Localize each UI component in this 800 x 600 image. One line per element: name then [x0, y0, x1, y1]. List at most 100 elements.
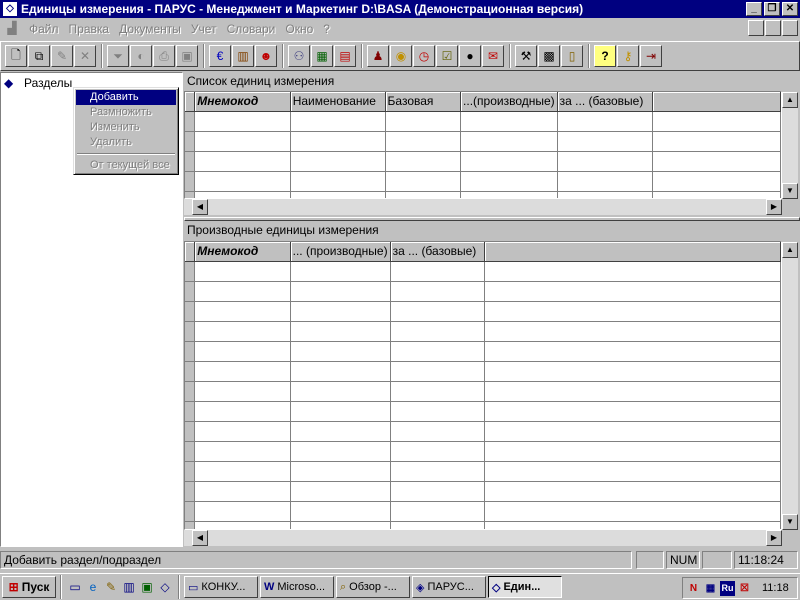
checklist-icon[interactable]: ☑: [436, 45, 458, 67]
scroll-left-button[interactable]: ◀: [192, 199, 208, 215]
column-header-per-base[interactable]: за ... (базовые): [557, 92, 653, 112]
exit-icon[interactable]: ⇥: [640, 45, 662, 67]
row-indicator[interactable]: [185, 131, 196, 152]
menu-accounting[interactable]: Учет: [186, 22, 222, 36]
table-cell[interactable]: [390, 341, 486, 362]
menu-documents[interactable]: Документы: [114, 22, 186, 36]
table-row[interactable]: [185, 281, 781, 302]
table-cell[interactable]: [194, 401, 291, 422]
table-cell[interactable]: [652, 151, 781, 172]
table-cell[interactable]: [385, 171, 462, 192]
table-cell[interactable]: [484, 481, 781, 502]
ctx-delete[interactable]: Удалить: [76, 135, 176, 150]
table-cell[interactable]: [652, 131, 781, 152]
calc-sheet-icon[interactable]: ▦: [311, 45, 333, 67]
edit-doc-icon[interactable]: ✎: [51, 45, 73, 67]
table-cell[interactable]: [390, 301, 486, 322]
table-cell[interactable]: [290, 461, 391, 482]
table-cell[interactable]: [194, 461, 291, 482]
filter-clear-icon[interactable]: ◐: [130, 45, 152, 67]
document-system-icon[interactable]: ▟: [4, 21, 20, 37]
column-header-derived[interactable]: ...(производные): [460, 92, 558, 112]
table-cell[interactable]: [652, 111, 781, 132]
task-button-konku[interactable]: ▭ КОНКУ...: [184, 576, 258, 598]
table-row[interactable]: [185, 381, 781, 402]
table-cell[interactable]: [194, 151, 291, 172]
row-indicator[interactable]: [185, 261, 196, 282]
table-row[interactable]: [185, 521, 781, 529]
help-icon[interactable]: ?: [594, 45, 616, 67]
parus-quick-icon[interactable]: ◇: [156, 578, 174, 596]
row-indicator[interactable]: [185, 321, 196, 342]
column-header-derived[interactable]: ... (производные): [290, 242, 391, 262]
table-cell[interactable]: [290, 441, 391, 462]
table-cell[interactable]: [484, 441, 781, 462]
ctx-duplicate[interactable]: Размножить: [76, 105, 176, 120]
table-cell[interactable]: [290, 421, 391, 442]
table-cell[interactable]: [290, 501, 391, 522]
column-header-base[interactable]: Базовая: [385, 92, 462, 112]
row-indicator[interactable]: [185, 341, 196, 362]
table-row[interactable]: [185, 111, 781, 132]
table-cell[interactable]: [290, 281, 391, 302]
ctx-all-from-current[interactable]: От текущей все: [76, 158, 176, 173]
scroll-up-button[interactable]: ▲: [782, 92, 798, 108]
scroll-right-button[interactable]: ▶: [766, 530, 782, 546]
scroll-down-button[interactable]: ▼: [782, 514, 798, 530]
table-cell[interactable]: [385, 151, 462, 172]
row-indicator[interactable]: [185, 281, 196, 302]
table-row[interactable]: [185, 401, 781, 422]
table-cell[interactable]: [385, 131, 462, 152]
table-cell[interactable]: [290, 341, 391, 362]
column-header-mnemocode[interactable]: Мнемокод: [194, 92, 291, 112]
column-header-mnemocode[interactable]: Мнемокод: [194, 242, 291, 262]
table-cell[interactable]: [484, 501, 781, 522]
restore-button[interactable]: ❐: [764, 2, 780, 16]
table-cell[interactable]: [290, 521, 391, 529]
table-cell[interactable]: [194, 501, 291, 522]
mail-icon[interactable]: ✉: [482, 45, 504, 67]
table-cell[interactable]: [652, 171, 781, 192]
row-indicator[interactable]: [185, 191, 196, 198]
row-indicator[interactable]: [185, 521, 196, 529]
row-indicator[interactable]: [185, 151, 196, 172]
table-cell[interactable]: [460, 191, 558, 198]
table-cell[interactable]: [390, 281, 486, 302]
network-icon[interactable]: ▦: [703, 581, 718, 596]
row-indicator[interactable]: [185, 461, 196, 482]
person-icon[interactable]: ♟: [367, 45, 389, 67]
table-row[interactable]: [185, 261, 781, 282]
scroll-left-button[interactable]: ◀: [192, 530, 208, 546]
table-cell[interactable]: [290, 131, 386, 152]
table-cell[interactable]: [557, 171, 653, 192]
print-icon[interactable]: ⎙: [153, 45, 175, 67]
derived-units-grid[interactable]: Мнемокод ... (производные) за ... (базов…: [184, 241, 782, 530]
table-cell[interactable]: [385, 111, 462, 132]
app-icon[interactable]: ◇: [3, 2, 17, 16]
table-cell[interactable]: [390, 521, 486, 529]
table-cell[interactable]: [194, 301, 291, 322]
table-cell[interactable]: [460, 111, 558, 132]
key-icon[interactable]: ⚷: [617, 45, 639, 67]
table-cell[interactable]: [557, 111, 653, 132]
top-grid-hscrollbar[interactable]: ◀ ▶: [184, 199, 782, 215]
mdi-close-button[interactable]: [782, 20, 798, 36]
table-cell[interactable]: [484, 521, 781, 529]
table-cell[interactable]: [484, 301, 781, 322]
row-indicator[interactable]: [185, 421, 196, 442]
table-cell[interactable]: [290, 361, 391, 382]
notepad-icon[interactable]: ▯: [561, 45, 583, 67]
table-cell[interactable]: [484, 341, 781, 362]
table-cell[interactable]: [194, 281, 291, 302]
menu-help[interactable]: ?: [318, 22, 335, 36]
table-cell[interactable]: [194, 341, 291, 362]
table-cell[interactable]: [460, 131, 558, 152]
table-cell[interactable]: [290, 301, 391, 322]
close-button[interactable]: ✕: [782, 2, 798, 16]
table-cell[interactable]: [290, 401, 391, 422]
table-cell[interactable]: [390, 321, 486, 342]
bomb-icon[interactable]: ●: [459, 45, 481, 67]
task-button-microsoft[interactable]: W Microso...: [260, 576, 334, 598]
calculator-icon[interactable]: ▩: [538, 45, 560, 67]
table-cell[interactable]: [390, 421, 486, 442]
